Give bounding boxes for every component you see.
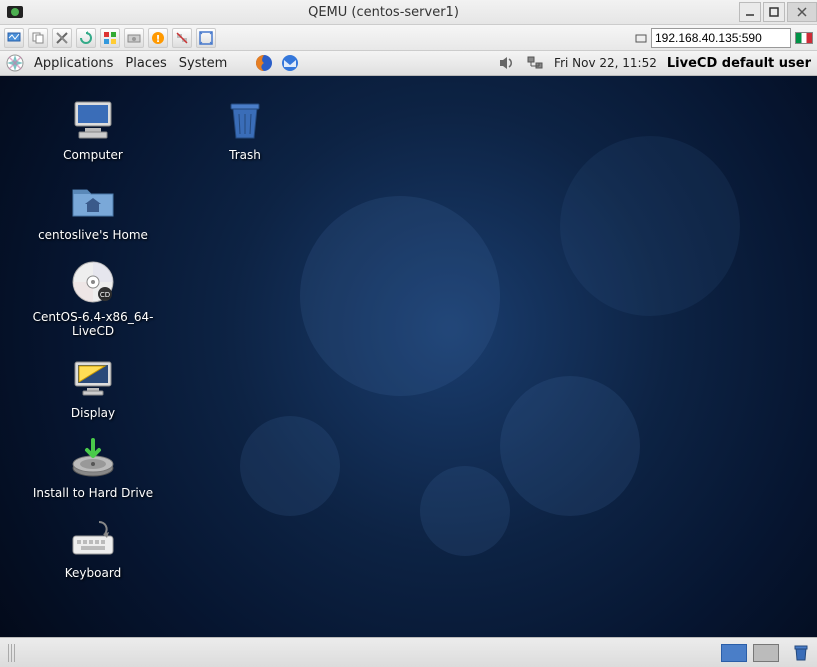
- minimize-button[interactable]: [739, 2, 761, 22]
- desktop-icon-display[interactable]: Display: [28, 354, 158, 420]
- windows-key-icon[interactable]: [100, 28, 120, 48]
- desktop-icon-keyboard[interactable]: Keyboard: [28, 514, 158, 580]
- desktop-icon-computer[interactable]: Computer: [28, 96, 158, 162]
- svg-text:!: !: [156, 34, 161, 45]
- ip-address-input[interactable]: [651, 28, 791, 48]
- qemu-toolbar: !: [0, 25, 817, 51]
- display-icon: [69, 354, 117, 402]
- panel-grip[interactable]: [8, 644, 16, 662]
- cd-icon: CD: [69, 258, 117, 306]
- desktop-icon-install[interactable]: Install to Hard Drive: [28, 434, 158, 500]
- desktop-icon-home[interactable]: centoslive's Home: [28, 176, 158, 242]
- places-menu[interactable]: Places: [123, 54, 168, 73]
- home-folder-icon: [69, 176, 117, 224]
- trash-label: Trash: [180, 148, 310, 162]
- thunderbird-icon[interactable]: [281, 54, 299, 72]
- monitor-icon[interactable]: [4, 28, 24, 48]
- refresh-icon[interactable]: [76, 28, 96, 48]
- gnome-bottom-panel: [0, 637, 817, 667]
- close-button[interactable]: [787, 2, 817, 22]
- info-icon[interactable]: !: [148, 28, 168, 48]
- disk-icon[interactable]: [124, 28, 144, 48]
- centos-menu-icon[interactable]: [6, 54, 24, 72]
- clock[interactable]: Fri Nov 22, 11:52: [554, 56, 657, 70]
- desktop[interactable]: Computer Trash centoslive's Home CD Cent…: [0, 76, 817, 637]
- network-off-icon[interactable]: [172, 28, 192, 48]
- copy-icon[interactable]: [28, 28, 48, 48]
- computer-label: Computer: [28, 148, 158, 162]
- fullscreen-icon[interactable]: [196, 28, 216, 48]
- hard-drive-icon: [69, 434, 117, 482]
- window-titlebar: QEMU (centos-server1): [0, 0, 817, 25]
- firefox-icon[interactable]: [255, 54, 273, 72]
- maximize-button[interactable]: [763, 2, 785, 22]
- livecd-label: CentOS-6.4-x86_64-LiveCD: [28, 310, 158, 338]
- qemu-icon: [0, 3, 30, 21]
- computer-icon: [69, 96, 117, 144]
- home-label: centoslive's Home: [28, 228, 158, 242]
- trash-icon: [221, 96, 269, 144]
- user-menu[interactable]: LiveCD default user: [667, 56, 811, 71]
- workspace-1[interactable]: [721, 644, 747, 662]
- gnome-top-panel: Applications Places System Fri Nov 22, 1…: [0, 51, 817, 76]
- applications-menu[interactable]: Applications: [32, 54, 115, 73]
- system-menu[interactable]: System: [177, 54, 229, 73]
- keyboard-icon: [69, 514, 117, 562]
- detach-icon[interactable]: [635, 32, 647, 44]
- desktop-icon-trash[interactable]: Trash: [180, 96, 310, 162]
- keyboard-label: Keyboard: [28, 566, 158, 580]
- tools-icon[interactable]: [52, 28, 72, 48]
- window-title: QEMU (centos-server1): [30, 5, 737, 20]
- workspace-2[interactable]: [753, 644, 779, 662]
- volume-icon[interactable]: [498, 54, 516, 72]
- network-icon[interactable]: [526, 54, 544, 72]
- svg-text:CD: CD: [100, 291, 110, 299]
- trash-panel-icon[interactable]: [791, 644, 809, 662]
- install-label: Install to Hard Drive: [28, 486, 158, 500]
- display-label: Display: [28, 406, 158, 420]
- flag-icon[interactable]: [795, 32, 813, 44]
- desktop-icon-livecd[interactable]: CD CentOS-6.4-x86_64-LiveCD: [28, 258, 158, 338]
